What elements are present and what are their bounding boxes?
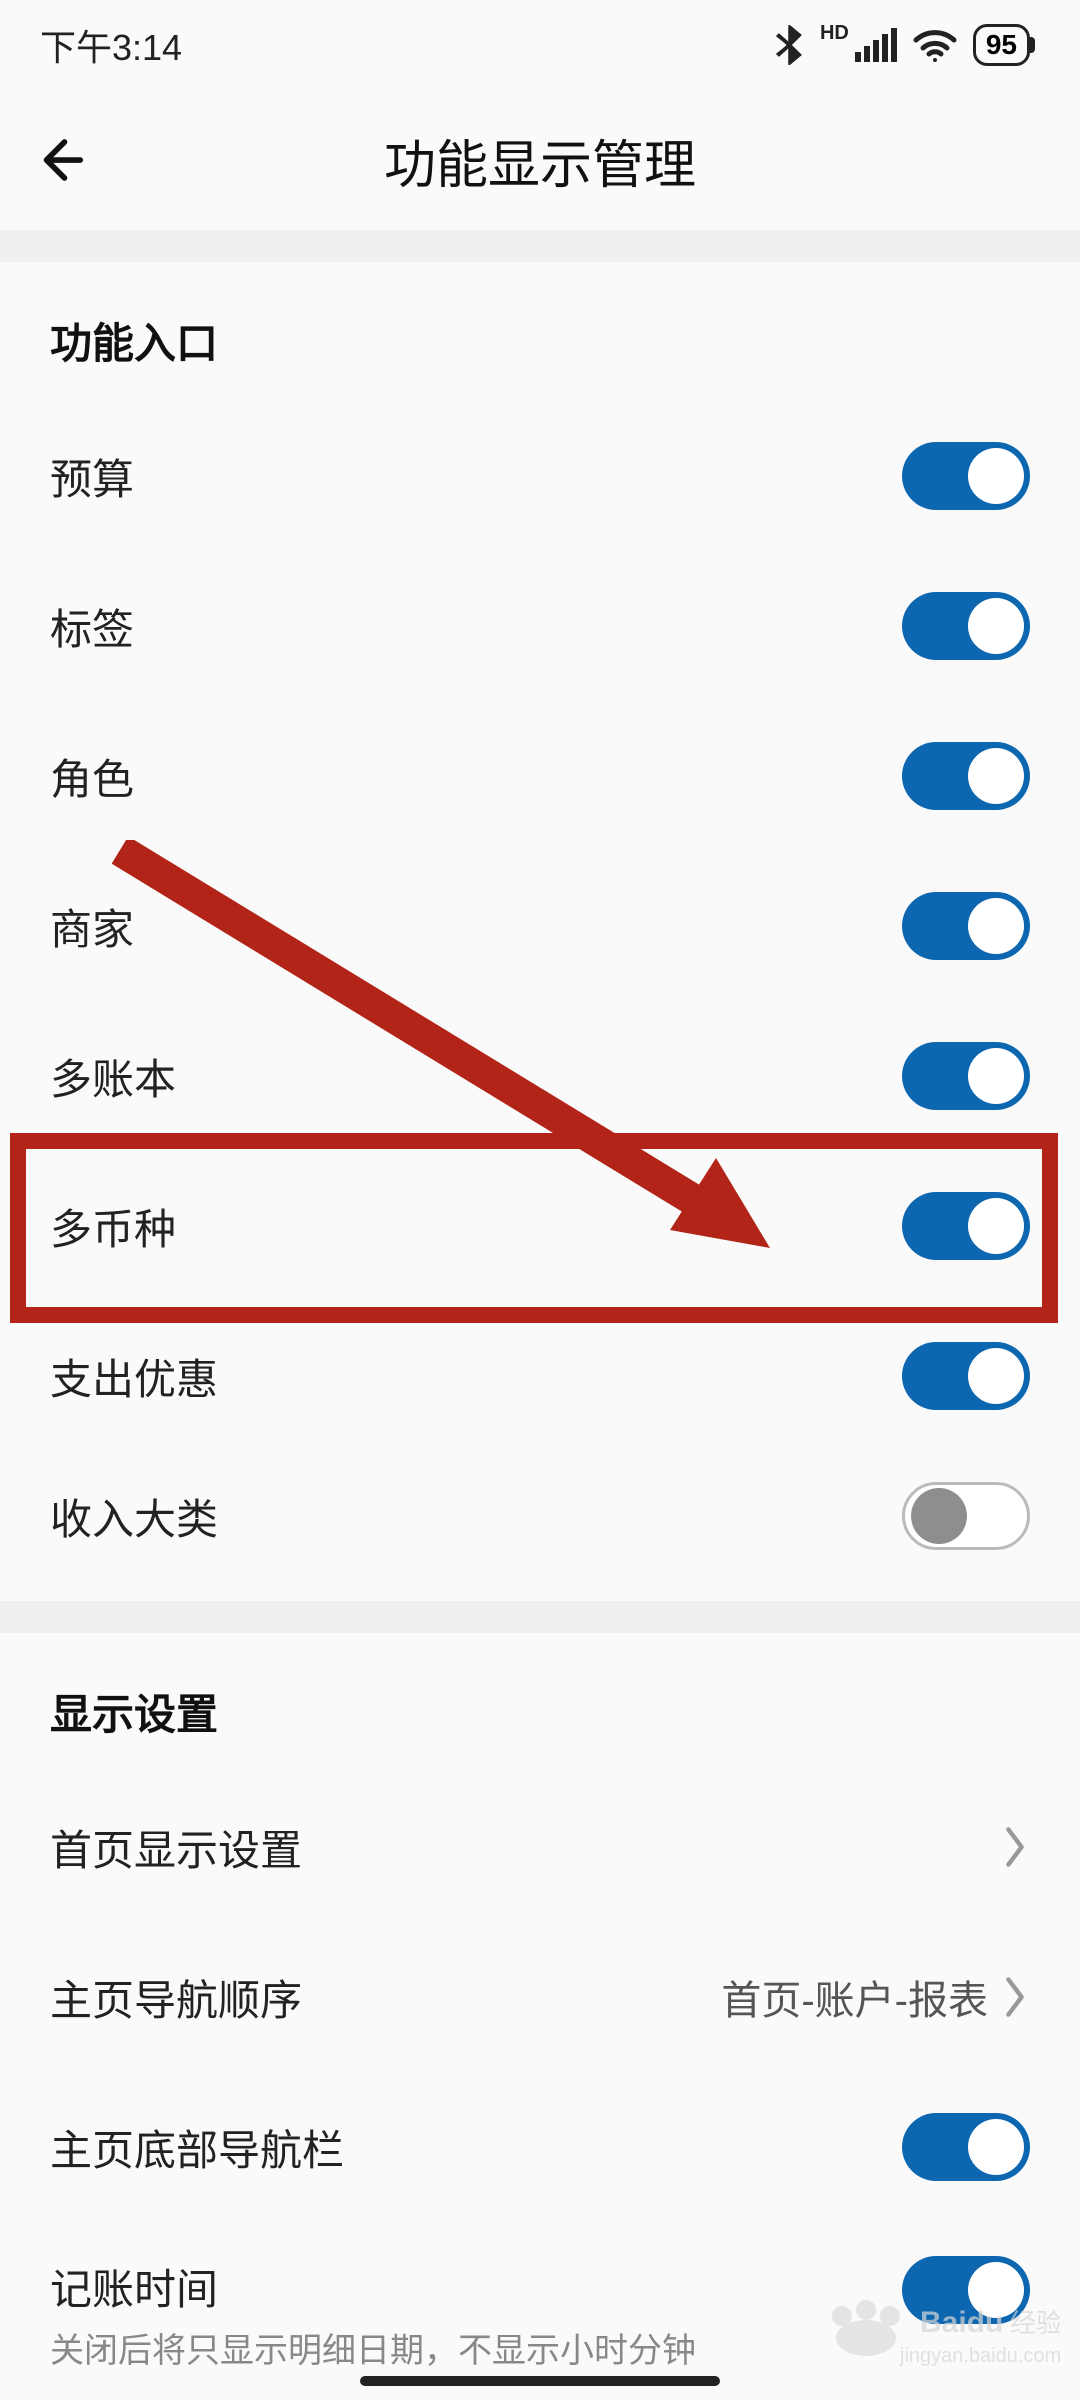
svg-text:经验: 经验	[1010, 2308, 1060, 2338]
toggle-expense-discount[interactable]	[902, 1342, 1030, 1410]
row-multi-ledger[interactable]: 多账本	[50, 1001, 1030, 1151]
bluetooth-icon	[776, 25, 804, 65]
wifi-icon	[913, 28, 957, 62]
toggle-tags[interactable]	[902, 592, 1030, 660]
page-title: 功能显示管理	[0, 123, 1080, 198]
row-label: 标签	[50, 596, 134, 657]
row-merchants[interactable]: 商家	[50, 851, 1030, 1001]
toggle-roles[interactable]	[902, 742, 1030, 810]
row-label: 多账本	[50, 1046, 176, 1107]
svg-text:Baidu: Baidu	[920, 2306, 1003, 2339]
section-display-settings: 显示设置 首页显示设置 主页导航顺序 首页-账户-报表 主页底部导航栏 记账时间…	[0, 1633, 1080, 2392]
row-home-display-settings[interactable]: 首页显示设置	[50, 1772, 1030, 1922]
row-label: 收入大类	[50, 1486, 218, 1547]
arrow-left-icon	[33, 133, 87, 187]
row-label: 首页显示设置	[50, 1817, 302, 1878]
section-header-display: 显示设置	[50, 1633, 1030, 1772]
toggle-merchants[interactable]	[902, 892, 1030, 960]
row-label: 主页底部导航栏	[50, 2117, 344, 2178]
app-bar: 功能显示管理	[0, 90, 1080, 230]
hd-icon: HD	[820, 23, 849, 43]
row-expense-discount[interactable]: 支出优惠	[50, 1301, 1030, 1451]
row-subtitle: 关闭后将只显示明细日期，不显示小时分钟	[50, 2323, 696, 2372]
section-header-entry: 功能入口	[50, 262, 1030, 401]
row-label: 主页导航顺序	[50, 1967, 302, 2028]
toggle-multi-currency[interactable]	[902, 1192, 1030, 1260]
row-label: 支出优惠	[50, 1346, 218, 1407]
signal-icon	[855, 28, 897, 62]
svg-text:jingyan.baidu.com: jingyan.baidu.com	[899, 2345, 1060, 2367]
row-label: 预算	[50, 446, 134, 507]
row-home-nav-order[interactable]: 主页导航顺序 首页-账户-报表	[50, 1922, 1030, 2072]
chevron-right-icon	[1000, 1825, 1030, 1869]
toggle-multi-ledger[interactable]	[902, 1042, 1030, 1110]
row-label: 商家	[50, 896, 134, 957]
row-roles[interactable]: 角色	[50, 701, 1030, 851]
back-button[interactable]	[0, 90, 120, 230]
battery-level: 95	[986, 29, 1017, 61]
status-icons: HD 95	[776, 23, 1030, 67]
status-bar: 下午3:14 HD	[0, 0, 1080, 90]
toggle-income-category[interactable]	[902, 1482, 1030, 1550]
watermark: Baidu 经验 jingyan.baidu.com	[820, 2298, 1060, 2378]
toggle-bottom-nav[interactable]	[902, 2113, 1030, 2181]
row-label: 多币种	[50, 1196, 176, 1257]
row-multi-currency[interactable]: 多币种	[50, 1151, 1030, 1301]
row-label: 角色	[50, 746, 134, 807]
row-value: 首页-账户-报表	[721, 1968, 988, 2026]
row-income-category[interactable]: 收入大类	[50, 1451, 1030, 1601]
home-indicator	[360, 2376, 720, 2386]
status-time: 下午3:14	[40, 19, 182, 71]
row-label: 记账时间	[50, 2256, 696, 2317]
row-bottom-nav[interactable]: 主页底部导航栏	[50, 2072, 1030, 2222]
battery-icon: 95	[973, 24, 1030, 66]
section-feature-entry: 功能入口 预算 标签 角色 商家 多账本 多币种 支出优惠	[0, 262, 1080, 1601]
toggle-budget[interactable]	[902, 442, 1030, 510]
row-budget[interactable]: 预算	[50, 401, 1030, 551]
chevron-right-icon	[1000, 1975, 1030, 2019]
row-tags[interactable]: 标签	[50, 551, 1030, 701]
